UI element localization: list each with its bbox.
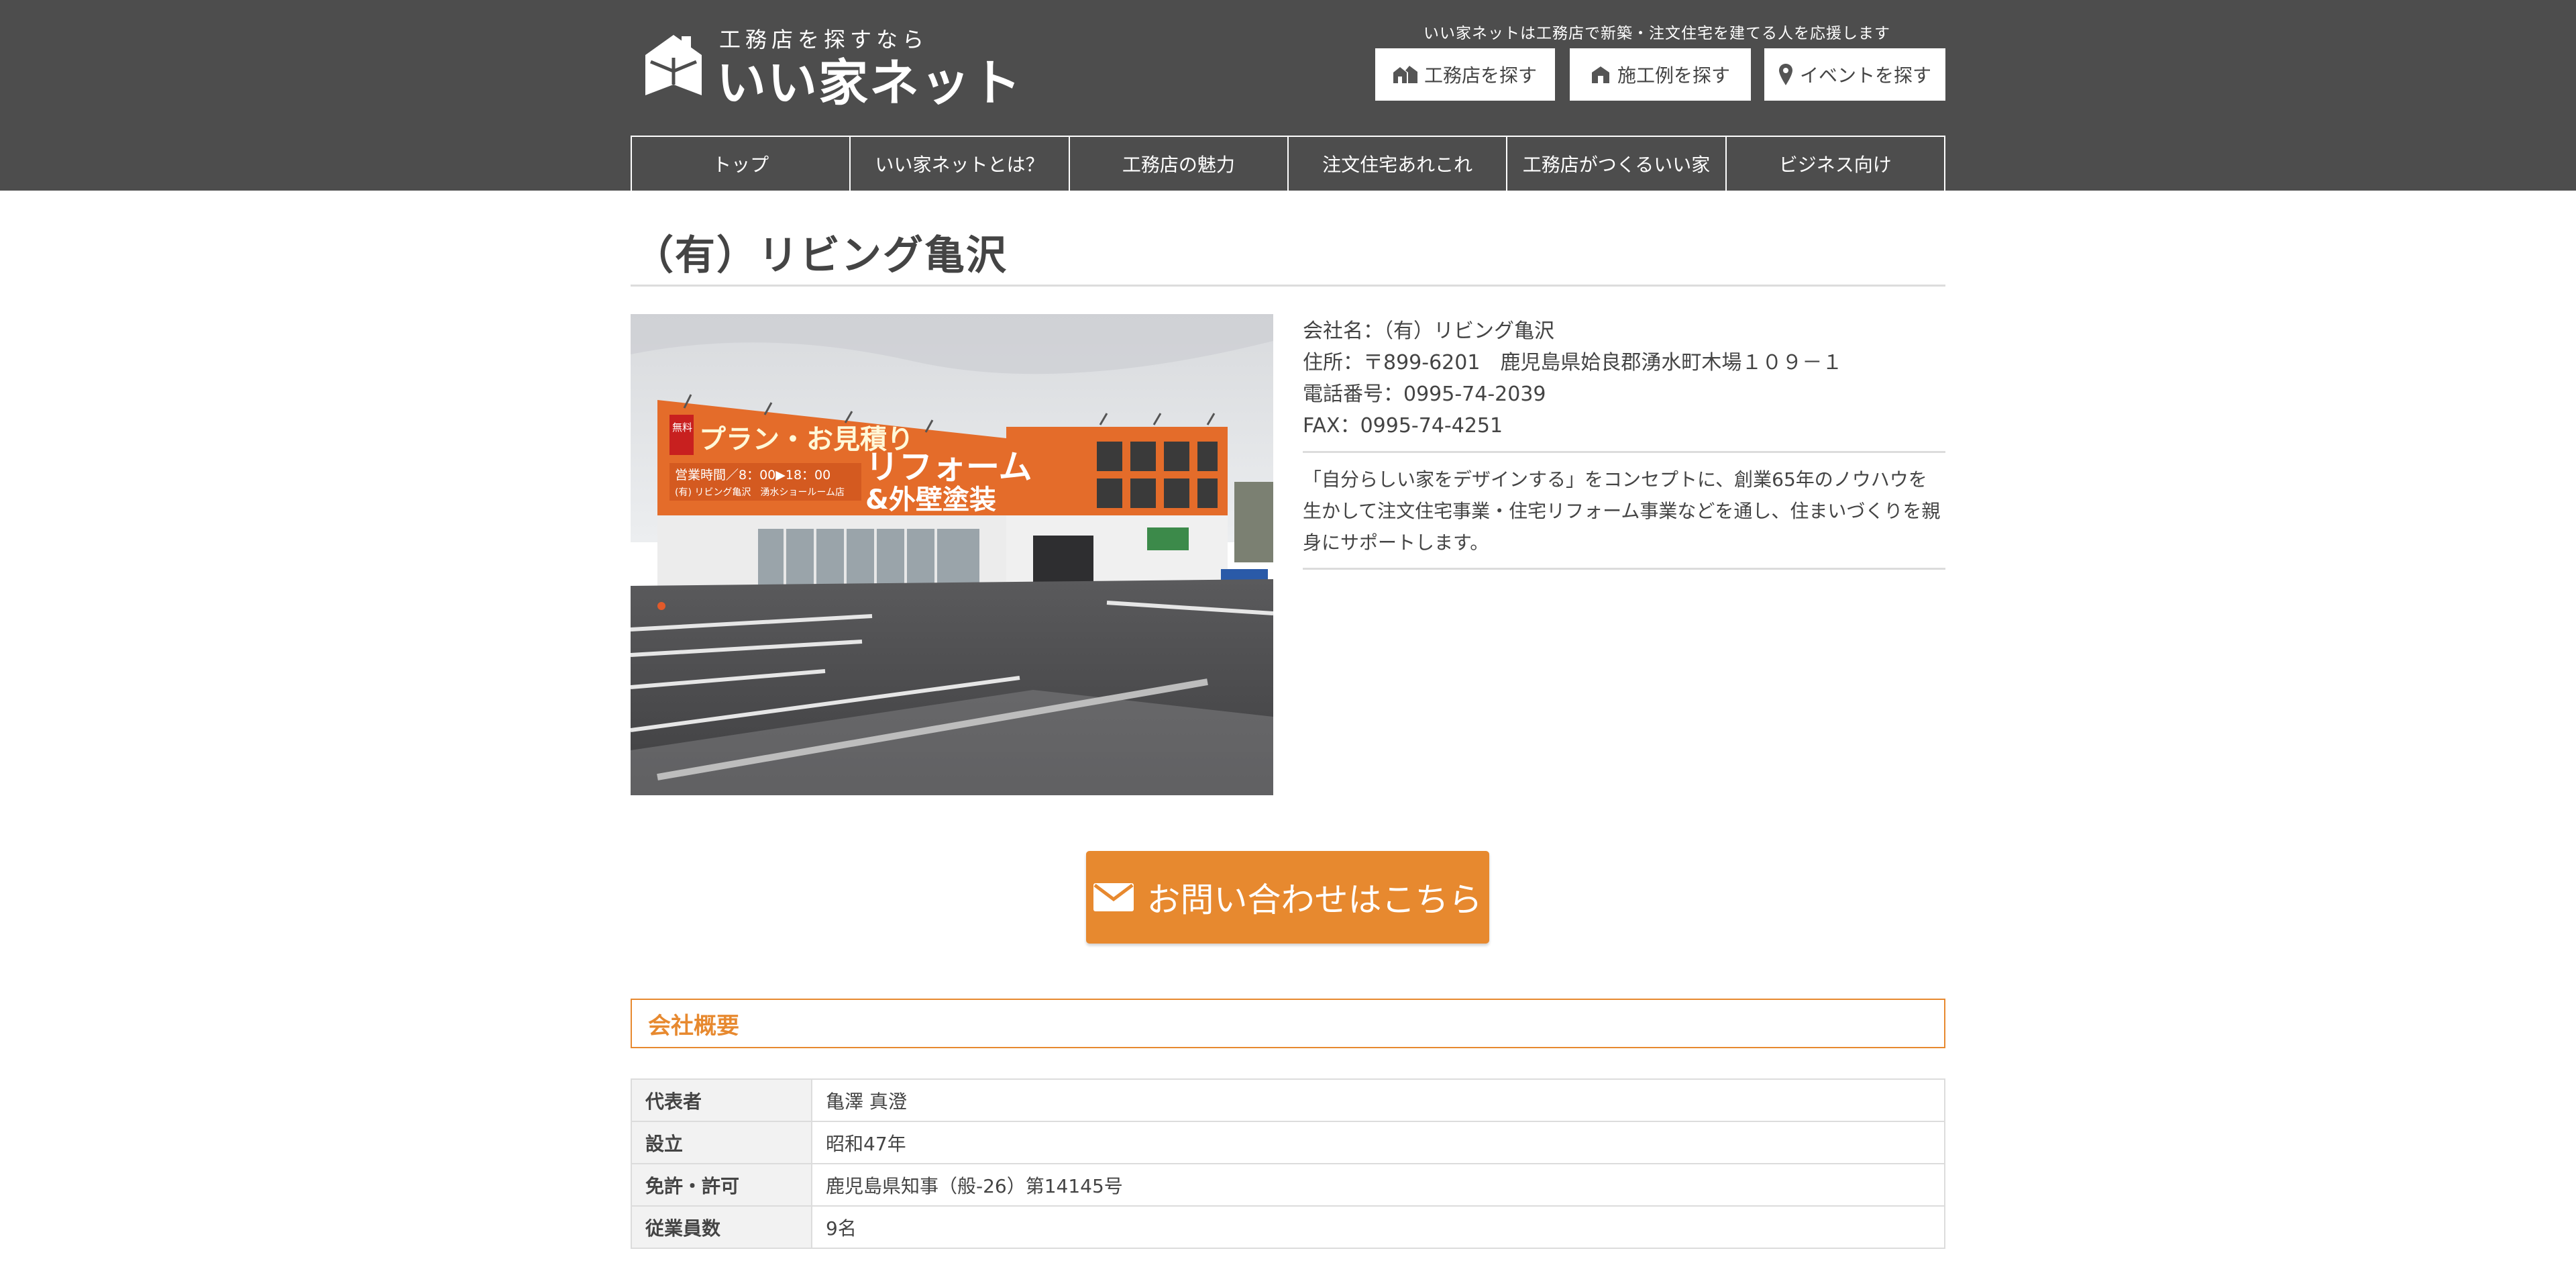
- table-row: 代表者 亀澤 真澄: [631, 1078, 1945, 1122]
- table-row: 設立 昭和47年: [631, 1121, 1945, 1164]
- company-name-line: 会社名：（有）リビング亀沢: [1303, 319, 1554, 343]
- row-value: 9名: [811, 1205, 1945, 1249]
- logo-name: いい家ネット: [716, 54, 1022, 112]
- search-works-label: 施工例を探す: [1617, 64, 1730, 87]
- global-nav: トップ いい家ネットとは？ 工務店の魅力 注文住宅あれこれ 工務店がつくるいい家…: [631, 136, 1945, 191]
- company-fax-line: FAX：0995-74-4251: [1303, 414, 1503, 438]
- company-address-line: 住所：〒899-6201 鹿児島県姶良郡湧水町木場１０９－１: [1303, 351, 1843, 374]
- contact-button-label: お問い合わせはこちら: [1146, 880, 1483, 919]
- nav-item-business[interactable]: ビジネス向け: [1727, 137, 1944, 191]
- sign-free-text: 無料: [672, 421, 692, 434]
- page-title: （有）リビング亀沢: [633, 232, 1008, 279]
- search-builders-label: 工務店を探す: [1424, 64, 1537, 87]
- row-value: 亀澤 真澄: [811, 1078, 1945, 1122]
- title-divider: [631, 285, 1945, 287]
- map-pin-icon: [1778, 64, 1792, 85]
- company-photo: 無料 プラン・お見積り リフォーム &外壁塗装 営業時間／8：00▶18：00 …: [631, 314, 1273, 795]
- company-info-list: 会社名：（有）リビング亀沢 住所：〒899-6201 鹿児島県姶良郡湧水町木場１…: [1303, 314, 1945, 451]
- company-info: 会社名：（有）リビング亀沢 住所：〒899-6201 鹿児島県姶良郡湧水町木場１…: [1303, 314, 1945, 570]
- row-label: 免許・許可: [631, 1163, 812, 1207]
- search-events-label: イベントを探す: [1799, 64, 1931, 87]
- nav-item-builder-appeal[interactable]: 工務店の魅力: [1070, 137, 1289, 191]
- sign-branch-text: (有) リビング亀沢 湧水ショールーム店: [675, 487, 845, 498]
- nav-item-custom-home[interactable]: 注文住宅あれこれ: [1289, 137, 1508, 191]
- table-row: 従業員数 9名: [631, 1205, 1945, 1249]
- company-phone-line[interactable]: 電話番号：0995-74-2039: [1303, 378, 1945, 410]
- overview-heading: 会社概要: [631, 999, 1945, 1048]
- row-label: 設立: [631, 1121, 812, 1164]
- row-value: 昭和47年: [811, 1121, 1945, 1164]
- sign-paint-text: &外壁塗装: [865, 485, 996, 515]
- contact-button[interactable]: お問い合わせはこちら: [1086, 851, 1489, 944]
- search-events-button[interactable]: イベントを探す: [1764, 48, 1945, 101]
- sign-hours-text: 営業時間／8：00▶18：00: [675, 468, 830, 483]
- row-label: 従業員数: [631, 1205, 812, 1249]
- site-logo[interactable]: 工務店を探すなら いい家ネット: [641, 23, 1021, 112]
- nav-item-top[interactable]: トップ: [632, 137, 851, 191]
- sign-reform-text: リフォーム: [865, 448, 1032, 487]
- site-header: 工務店を探すなら いい家ネット いい家ネットは工務店で新築・注文住宅を建てる人を…: [0, 0, 2576, 191]
- search-works-button[interactable]: 施工例を探す: [1570, 48, 1751, 101]
- search-builders-button[interactable]: 工務店を探す: [1375, 48, 1555, 101]
- house-icon: [1591, 66, 1609, 83]
- showroom-photo: 無料 プラン・お見積り リフォーム &外壁塗装 営業時間／8：00▶18：00 …: [631, 314, 1273, 795]
- mail-icon: [1093, 883, 1134, 911]
- overview-table: 代表者 亀澤 真澄 設立 昭和47年 免許・許可 鹿児島県知事（般-26）第14…: [631, 1078, 1945, 1249]
- nav-item-about[interactable]: いい家ネットとは？: [851, 137, 1070, 191]
- company-concept: 「自分らしい家をデザインする」をコンセプトに、創業65年のノウハウを生かして注文…: [1303, 451, 1945, 570]
- row-value: 鹿児島県知事（般-26）第14145号: [811, 1163, 1945, 1207]
- header-catchphrase: いい家ネットは工務店で新築・注文住宅を建てる人を応援します: [1424, 25, 1890, 42]
- nav-item-good-homes[interactable]: 工務店がつくるいい家: [1507, 137, 1727, 191]
- table-row: 免許・許可 鹿児島県知事（般-26）第14145号: [631, 1163, 1945, 1207]
- row-label: 代表者: [631, 1078, 812, 1122]
- house-book-logo-icon: [645, 35, 702, 95]
- houses-icon: [1393, 66, 1417, 83]
